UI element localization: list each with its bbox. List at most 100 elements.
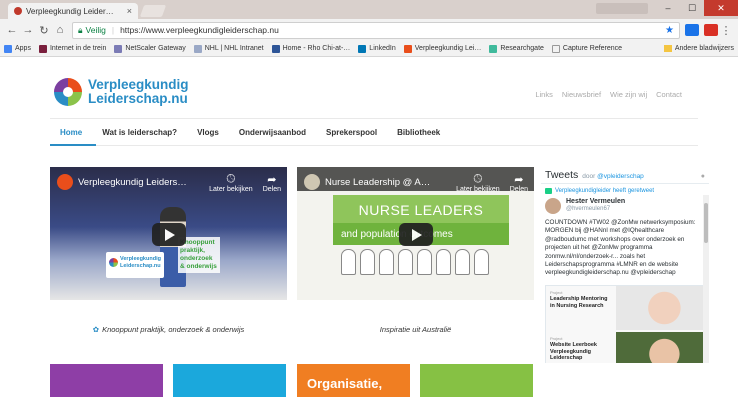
bookmark-star-icon[interactable]: ★ <box>665 25 674 36</box>
bookmark-item[interactable]: Home - Rho Chi-at-… <box>271 44 350 53</box>
channel-avatar[interactable] <box>304 174 320 190</box>
bookmark-item[interactable]: Internet in de trein <box>38 44 106 53</box>
clock-icon: 🕓︎ <box>473 173 483 185</box>
bookmark-item[interactable]: Researchgate <box>489 44 544 53</box>
people-illustration <box>341 249 489 275</box>
tweet-author[interactable]: Hester Vermeulen @hvermeulen67 <box>541 196 709 216</box>
close-window-icon[interactable]: ✕ <box>704 0 738 16</box>
link-newsletter[interactable]: Nieuwsbrief <box>562 90 601 99</box>
video-logo-overlay: Verpleegkundig Leiderschap.nu <box>106 252 164 278</box>
folder-icon <box>663 45 672 52</box>
close-tab-icon[interactable]: × <box>127 6 132 16</box>
video-title[interactable]: Verpleegkundig Leiders… <box>57 174 227 190</box>
url-text: https://www.verpleegkundigleiderschap.nu <box>120 25 279 35</box>
video-banner: NURSE LEADERS <box>333 195 509 225</box>
tweet-media-card[interactable]: Project Leadership Mentoring in Nursing R… <box>545 284 705 363</box>
twitter-account-link[interactable]: @vpleiderschap <box>597 173 644 180</box>
tab-title: Verpleegkundig Leider… <box>26 6 114 16</box>
share-button[interactable]: ➦ Delen <box>263 173 281 193</box>
home-icon[interactable]: ⌂ <box>52 24 68 36</box>
video-caption-2: Inspiratie uit Australië <box>379 325 452 334</box>
forward-icon[interactable]: → <box>20 24 36 36</box>
profile-button[interactable] <box>596 3 648 14</box>
maximize-icon[interactable]: ☐ <box>680 0 704 16</box>
nav-leadership[interactable]: Wat is leiderschap? <box>102 128 177 137</box>
tile-2[interactable] <box>173 364 286 397</box>
nav-education[interactable]: Onderwijsaanbod <box>239 128 306 137</box>
channel-avatar[interactable] <box>57 174 73 190</box>
link-about[interactable]: Wie zijn wij <box>610 90 647 99</box>
new-tab-button[interactable] <box>139 5 167 17</box>
scrollbar[interactable] <box>703 195 709 363</box>
category-tiles: Organisatie, <box>50 364 670 397</box>
photo-image <box>616 285 704 330</box>
logo-mark-icon <box>54 78 82 106</box>
lock-icon: 🔒︎ <box>78 24 83 35</box>
retweet-label[interactable]: Verpleegkundigleider heeft geretweet <box>555 188 654 194</box>
menu-icon[interactable]: ⋮ <box>718 24 734 37</box>
avatar[interactable] <box>545 198 561 214</box>
retweet-icon <box>545 188 552 194</box>
nav-vlogs[interactable]: Vlogs <box>197 128 219 137</box>
play-button[interactable] <box>398 222 433 246</box>
author-handle[interactable]: @hvermeulen67 <box>566 206 625 212</box>
window-controls: – ☐ ✕ <box>656 0 738 19</box>
minimize-icon[interactable]: – <box>656 0 680 16</box>
bookmark-item[interactable]: Capture Reference <box>551 44 622 53</box>
info-icon[interactable]: ● <box>701 173 705 180</box>
photo-image <box>616 331 704 363</box>
tile-1[interactable] <box>50 364 163 397</box>
video-player-1[interactable]: Verpleegkundig Leiderschap.nu Knooppunt … <box>50 167 287 300</box>
tweet-text: COUNTDOWN #TW02 @ZonMw netwerksymposium:… <box>545 219 696 277</box>
bookmark-item[interactable]: LinkedIn <box>358 44 396 53</box>
video-title[interactable]: Nurse Leadership @ A… <box>304 174 474 190</box>
site-favicon-icon <box>14 7 22 15</box>
browser-tab[interactable]: Verpleegkundig Leider… × <box>8 3 138 19</box>
nav-speakers[interactable]: Sprekerspool <box>326 128 377 137</box>
tile-organisatie[interactable]: Organisatie, <box>297 364 410 397</box>
video-actions: 🕓︎ Later bekijken ➦ Delen <box>456 173 528 193</box>
apps-icon <box>4 44 12 53</box>
video-player-2[interactable]: NURSE LEADERS and population outcomes Nu… <box>297 167 534 300</box>
browser-toolbar: ← → ↻ ⌂ 🔒︎ Veilig | https://www.verpleeg… <box>0 19 738 41</box>
bookmark-icon <box>114 44 123 53</box>
tab-strip: Verpleegkundig Leider… × – ☐ ✕ <box>0 0 738 19</box>
author-name[interactable]: Hester Vermeulen <box>566 198 625 206</box>
nav-library[interactable]: Bibliotheek <box>397 128 440 137</box>
watch-later-button[interactable]: 🕓︎ Later bekijken <box>209 173 253 193</box>
secure-label: Veilig <box>85 25 106 35</box>
video-caption-1: ✿ Knooppunt praktijk, onderzoek & onderwi… <box>92 325 245 334</box>
bookmark-icon <box>271 44 280 53</box>
share-button[interactable]: ➦ Delen <box>510 173 528 193</box>
bookmark-item[interactable]: NHL | NHL Intranet <box>193 44 264 53</box>
bookmark-item[interactable]: NetScaler Gateway <box>114 44 186 53</box>
bookmark-item[interactable]: Verpleegkundig Lei… <box>403 44 481 53</box>
back-icon[interactable]: ← <box>4 24 20 36</box>
logo-bullet-icon: ✿ <box>92 325 100 334</box>
tile-4[interactable] <box>420 364 533 397</box>
bookmark-icon <box>403 44 412 53</box>
bookmark-apps[interactable]: Apps <box>4 44 31 53</box>
clock-icon: 🕓︎ <box>226 173 236 185</box>
other-bookmarks[interactable]: Andere bladwijzers <box>663 45 734 52</box>
link-contact[interactable]: Contact <box>656 90 682 99</box>
address-bar[interactable]: 🔒︎ Veilig | https://www.verpleegkundigle… <box>72 21 680 39</box>
nav-home[interactable]: Home <box>60 128 82 137</box>
twitter-timeline: Tweets door @vpleiderschap ● Verpleegkun… <box>541 167 709 363</box>
site-logo[interactable]: Verpleegkundig Leiderschap.nu <box>52 72 189 112</box>
researchgate-icon <box>489 44 498 53</box>
extension-icon[interactable] <box>704 24 718 36</box>
share-icon: ➦ <box>267 174 277 186</box>
link-links[interactable]: Links <box>535 90 553 99</box>
media-item-1[interactable]: Project Leadership Mentoring in Nursing R… <box>546 285 704 330</box>
watch-later-button[interactable]: 🕓︎ Later bekijken <box>456 173 500 193</box>
reload-icon[interactable]: ↻ <box>36 24 52 37</box>
bookmark-icon <box>193 44 202 53</box>
logo-line1: Verpleegkundig <box>88 77 189 92</box>
web-page: Verpleegkundig Leiderschap.nu Links Nieu… <box>0 57 738 397</box>
media-item-2[interactable]: Project Website Leerboek Verpleegkundig L… <box>546 331 704 363</box>
share-icon: ➦ <box>514 174 524 186</box>
extension-icon[interactable] <box>685 24 699 36</box>
play-button[interactable] <box>151 222 186 246</box>
bookmarks-bar: Apps Internet in de trein NetScaler Gate… <box>0 41 738 57</box>
